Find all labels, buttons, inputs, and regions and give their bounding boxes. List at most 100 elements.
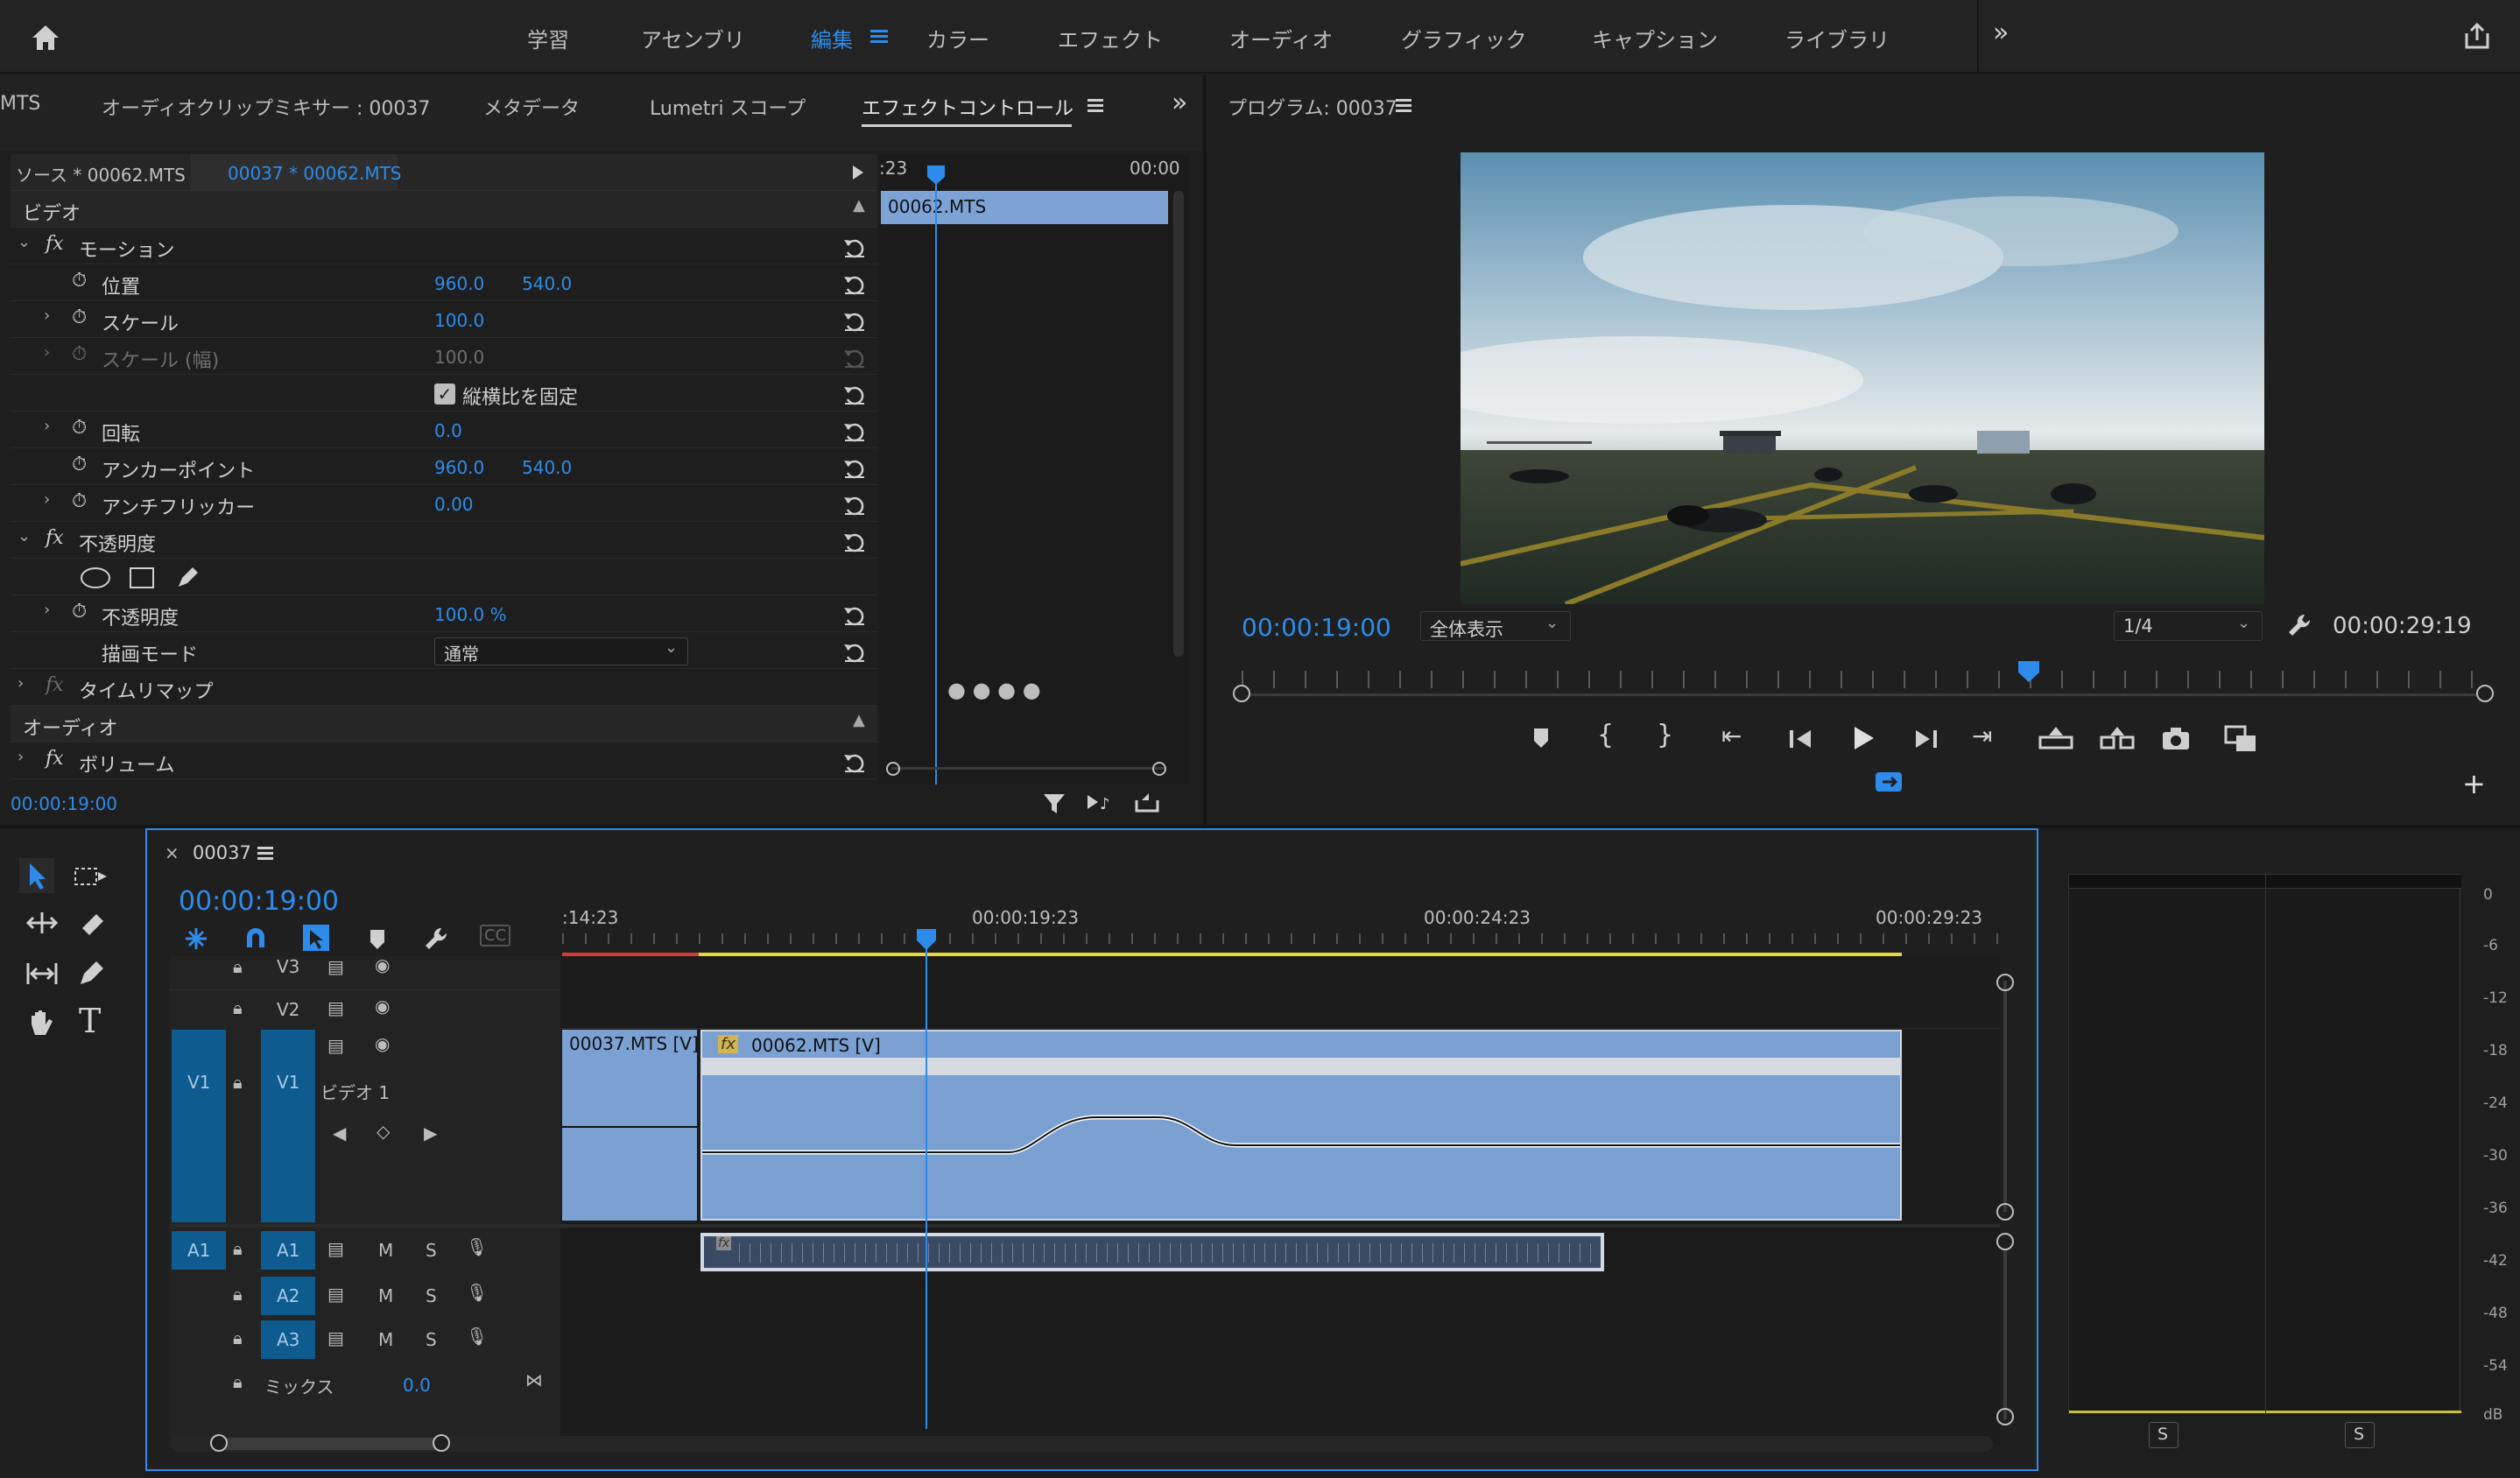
- hscroll-thumb[interactable]: [219, 1438, 441, 1450]
- panel-overflow-icon[interactable]: »: [1172, 88, 1187, 118]
- v1-source-patch[interactable]: [172, 1030, 226, 1222]
- reset-icon[interactable]: [842, 347, 867, 370]
- v1-target-patch[interactable]: [261, 1030, 315, 1222]
- pen-mask-icon[interactable]: [173, 564, 201, 592]
- ws-tab-captions[interactable]: キャプション: [1592, 23, 1718, 53]
- fx-icon[interactable]: fx: [46, 233, 64, 255]
- pen-tool-icon[interactable]: [77, 958, 107, 988]
- anchor-x[interactable]: 960.0: [434, 457, 484, 478]
- reset-icon[interactable]: [842, 531, 867, 553]
- mute-button[interactable]: M: [378, 1285, 393, 1306]
- snap-icon[interactable]: [242, 925, 270, 953]
- eye-icon[interactable]: ◉: [375, 954, 390, 975]
- program-timecode[interactable]: 00:00:19:00: [1242, 613, 1391, 642]
- solo-button[interactable]: S: [426, 1240, 437, 1261]
- vscroll-handle[interactable]: [1996, 1233, 2014, 1250]
- timeline-timecode[interactable]: 00:00:19:00: [179, 886, 339, 917]
- blend-mode-select[interactable]: 通常 ⌄: [434, 637, 688, 665]
- panel-menu-icon[interactable]: [1088, 98, 1105, 114]
- timeline-settings-icon[interactable]: [422, 925, 450, 953]
- program-video-frame[interactable]: [1461, 152, 2264, 604]
- captions-icon[interactable]: CC: [480, 925, 511, 947]
- mix-value[interactable]: 0.0: [403, 1375, 431, 1396]
- solo-button[interactable]: S: [426, 1329, 437, 1350]
- export-frame-icon[interactable]: [2161, 725, 2191, 751]
- lock-icon[interactable]: 🔒︎: [233, 1327, 243, 1348]
- resolution-select[interactable]: 1/4 ⌄: [2114, 611, 2263, 641]
- lock-icon[interactable]: 🔒︎: [233, 1371, 243, 1392]
- hscroll-handle-right[interactable]: [433, 1434, 450, 1452]
- lock-icon[interactable]: 🔒︎: [233, 997, 243, 1018]
- chevron-down-icon[interactable]: ⌄: [18, 233, 31, 251]
- ws-tab-effects[interactable]: エフェクト: [1058, 23, 1163, 53]
- add-button-icon[interactable]: +: [2462, 767, 2486, 800]
- mini-zoom-bar[interactable]: [891, 767, 1165, 770]
- mark-out-icon[interactable]: }: [1657, 720, 1673, 750]
- tab-lumetri-scopes[interactable]: Lumetri スコープ: [650, 93, 806, 121]
- scrub-handle-left[interactable]: [1233, 685, 1250, 702]
- slip-tool-icon[interactable]: [25, 960, 60, 988]
- reset-icon[interactable]: [842, 604, 867, 627]
- collapse-triangle-icon[interactable]: ▲: [853, 196, 865, 215]
- mini-zoom-handle-left[interactable]: [886, 762, 900, 776]
- reset-icon[interactable]: [842, 494, 867, 517]
- chevron-right-icon[interactable]: ›: [44, 306, 50, 325]
- ws-tab-graphics[interactable]: グラフィック: [1401, 23, 1527, 53]
- clip-00062[interactable]: fx 00062.MTS [V]: [700, 1030, 1902, 1221]
- home-icon[interactable]: [30, 23, 61, 53]
- tab-audio-clip-mixer[interactable]: オーディオクリップミキサー : 00037: [102, 93, 430, 121]
- lock-icon[interactable]: 🔒︎: [233, 1072, 243, 1093]
- panel-menu-icon[interactable]: [257, 846, 275, 862]
- hamburger-icon[interactable]: [870, 29, 890, 45]
- mini-clip[interactable]: 00062.MTS: [881, 191, 1168, 224]
- sync-lock-icon[interactable]: ▤: [327, 1035, 344, 1056]
- collapse-triangle-icon[interactable]: ▲: [853, 711, 865, 729]
- more-workspaces-icon[interactable]: »: [1993, 18, 2009, 48]
- tab-effect-controls[interactable]: エフェクトコントロール: [862, 93, 1073, 121]
- stopwatch-icon[interactable]: ⏱: [72, 306, 87, 328]
- ws-tab-color[interactable]: カラー: [926, 23, 989, 53]
- chevron-right-icon[interactable]: ›: [44, 601, 50, 619]
- chevron-right-icon[interactable]: ›: [44, 490, 50, 509]
- add-marker-icon[interactable]: [1529, 723, 1553, 751]
- go-to-out-icon[interactable]: ⇥: [1972, 721, 1992, 750]
- step-forward-icon[interactable]: [1912, 727, 1939, 751]
- hand-tool-icon[interactable]: [25, 1007, 56, 1040]
- reset-icon[interactable]: [842, 273, 867, 296]
- mic-icon[interactable]: 🎙︎: [466, 1282, 488, 1303]
- chevron-right-icon[interactable]: ›: [18, 748, 24, 766]
- reset-icon[interactable]: [842, 751, 867, 774]
- mute-button[interactable]: M: [378, 1329, 393, 1350]
- sync-lock-icon[interactable]: ▤: [327, 1284, 344, 1305]
- fx-icon[interactable]: fx: [46, 527, 64, 549]
- ws-tab-learn[interactable]: 学習: [527, 23, 569, 53]
- reset-icon[interactable]: [842, 641, 867, 664]
- mark-in-icon[interactable]: {: [1597, 720, 1614, 750]
- razor-tool-icon[interactable]: [77, 909, 107, 939]
- lock-icon[interactable]: 🔒︎: [233, 956, 243, 977]
- rectangle-mask-icon[interactable]: [128, 566, 156, 590]
- sync-lock-icon[interactable]: ▤: [327, 956, 344, 977]
- sync-lock-icon[interactable]: ▤: [327, 1327, 344, 1348]
- filter-icon[interactable]: [1042, 792, 1066, 816]
- eye-icon[interactable]: ◉: [375, 1033, 390, 1054]
- reset-icon[interactable]: [842, 236, 867, 259]
- next-keyframe-icon[interactable]: ▶: [424, 1123, 437, 1144]
- mute-button[interactable]: M: [378, 1240, 393, 1261]
- uniform-scale-checkbox[interactable]: ✓: [434, 384, 455, 405]
- solo-left-button[interactable]: S: [2149, 1422, 2179, 1448]
- mic-icon[interactable]: 🎙︎: [466, 1236, 488, 1257]
- zoom-select[interactable]: 全体表示 ⌄: [1420, 611, 1571, 641]
- chevron-right-icon[interactable]: ›: [18, 674, 24, 693]
- ws-tab-assembly[interactable]: アセンブリ: [641, 23, 745, 53]
- wrench-icon[interactable]: [2285, 611, 2313, 639]
- prev-keyframe-icon[interactable]: ◀: [333, 1123, 346, 1144]
- v2-label[interactable]: V2: [277, 999, 299, 1020]
- sequence-label[interactable]: 00037 * 00062.MTS: [228, 163, 402, 184]
- stopwatch-icon[interactable]: ⏱: [72, 601, 87, 623]
- solo-right-button[interactable]: S: [2345, 1422, 2375, 1448]
- ws-tab-libraries[interactable]: ライブラリ: [1784, 23, 1890, 53]
- sync-lock-icon[interactable]: ▤: [327, 1238, 344, 1259]
- play-icon[interactable]: [1849, 723, 1877, 753]
- hscroll-handle-left[interactable]: [210, 1434, 228, 1452]
